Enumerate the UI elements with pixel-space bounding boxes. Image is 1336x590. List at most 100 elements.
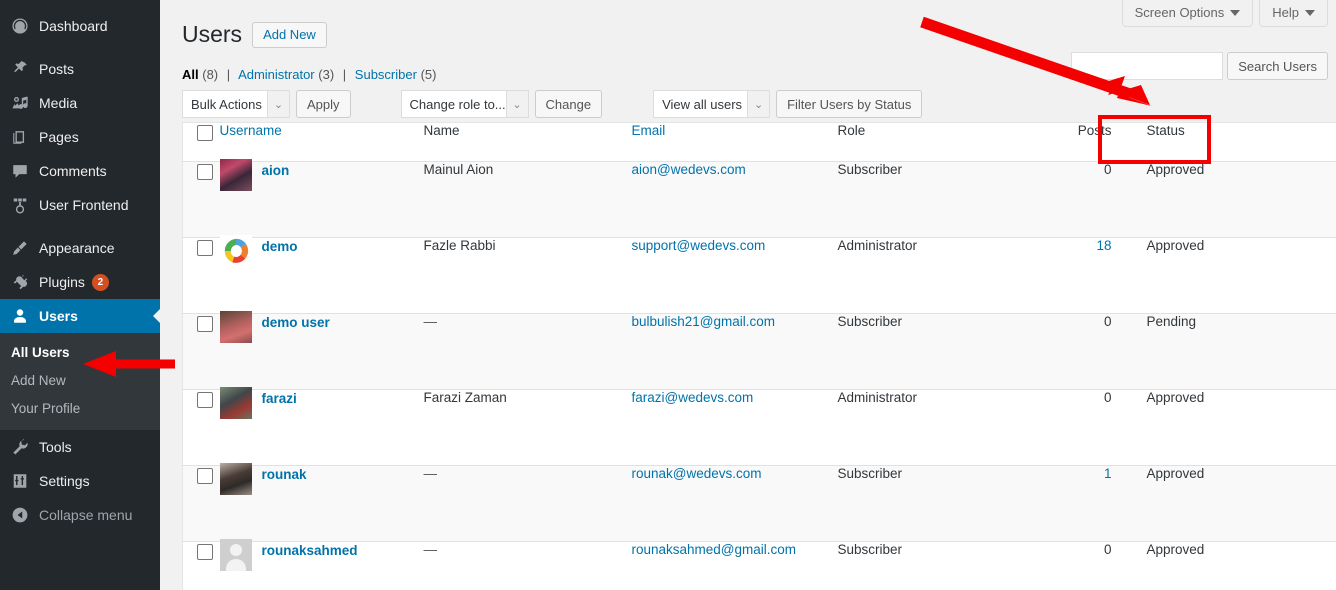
sidebar-item-dashboard[interactable]: Dashboard xyxy=(0,9,160,43)
sidebar-item-pages[interactable]: Pages xyxy=(0,120,160,154)
row-select-cell xyxy=(183,466,220,542)
settings-icon xyxy=(10,471,30,491)
bulk-actions-select[interactable]: Bulk Actions ⌄ xyxy=(182,90,290,118)
username-link[interactable]: farazi xyxy=(262,390,297,407)
email-link[interactable]: rounaksahmed@gmail.com xyxy=(632,542,797,557)
table-row[interactable]: aion Mainul Aion aion@wedevs.com Subscriber… xyxy=(182,159,1336,238)
filter-link-all[interactable]: All xyxy=(182,67,199,82)
view-users-select[interactable]: View all users ⌄ xyxy=(653,90,771,118)
sidebar-item-collapse-menu[interactable]: Collapse menu xyxy=(0,498,160,532)
table-row[interactable]: farazi Farazi Zaman farazi@wedevs.com Admin… xyxy=(182,387,1336,466)
avatar xyxy=(219,463,252,495)
role-cell: Administrator xyxy=(837,238,918,253)
status-cell: Approved xyxy=(1146,162,1205,177)
sort-username-link[interactable]: Username xyxy=(220,123,282,138)
username-link[interactable]: demo user xyxy=(262,314,330,331)
sidebar-item-label: Posts xyxy=(39,61,75,77)
row-checkbox[interactable] xyxy=(197,316,213,332)
submenu-item-all-users[interactable]: All Users xyxy=(0,339,160,367)
filter-count-administrator: (3) xyxy=(318,67,335,82)
avatar xyxy=(219,159,252,191)
add-new-button[interactable]: Add New xyxy=(252,21,327,48)
username-link[interactable]: rounaksahmed xyxy=(262,542,358,559)
name-cell: Fazle Rabbi xyxy=(423,238,496,253)
column-header-username: Username xyxy=(219,122,424,162)
sidebar-item-label: Dashboard xyxy=(39,18,108,34)
sidebar-item-user-frontend[interactable]: User Frontend xyxy=(0,188,160,222)
spacer-cell xyxy=(1292,390,1336,466)
submenu-item-add-new[interactable]: Add New xyxy=(0,367,160,395)
sidebar-item-users[interactable]: Users xyxy=(0,299,161,333)
change-role-button[interactable]: Change xyxy=(534,90,603,118)
email-cell: rounak@wedevs.com xyxy=(632,466,838,542)
email-link[interactable]: farazi@wedevs.com xyxy=(632,390,754,405)
sidebar-item-media[interactable]: Media xyxy=(0,86,160,120)
filter-link-subscriber[interactable]: Subscriber xyxy=(355,67,417,82)
row-checkbox[interactable] xyxy=(197,240,213,256)
row-select-cell xyxy=(183,390,220,466)
username-link[interactable]: aion xyxy=(262,162,290,179)
email-link[interactable]: support@wedevs.com xyxy=(632,238,766,253)
sidebar-item-label: User Frontend xyxy=(39,197,129,213)
posts-count: 0 xyxy=(1103,162,1112,177)
avatar xyxy=(219,235,252,267)
table-row[interactable]: rounaksahmed — rounaksahmed@gmail.com Subsc… xyxy=(183,539,1336,590)
name-cell: Farazi Zaman xyxy=(423,390,507,405)
chevron-down-icon xyxy=(1230,10,1241,16)
select-all-checkbox[interactable] xyxy=(197,125,213,141)
sidebar-item-plugins[interactable]: Plugins 2 xyxy=(0,265,160,299)
sidebar-item-appearance[interactable]: Appearance xyxy=(0,231,160,265)
email-cell: rounaksahmed@gmail.com xyxy=(632,542,838,590)
plugins-update-badge: 2 xyxy=(91,273,109,291)
row-checkbox[interactable] xyxy=(197,544,213,560)
main-content: Screen Options Help Users Add New All (8… xyxy=(160,0,1336,590)
filter-link-administrator[interactable]: Administrator xyxy=(238,67,315,82)
sidebar-item-tools[interactable]: Tools xyxy=(0,430,160,464)
sort-email-link[interactable]: Email xyxy=(632,123,666,138)
page-header: Users Add New xyxy=(182,20,327,49)
email-link[interactable]: bulbulish21@gmail.com xyxy=(632,314,776,329)
username-link[interactable]: demo xyxy=(262,238,298,255)
sidebar-item-label: Plugins xyxy=(39,274,85,290)
column-header-email: Email xyxy=(631,122,838,162)
sidebar-item-settings[interactable]: Settings xyxy=(0,464,160,498)
row-checkbox[interactable] xyxy=(197,392,213,408)
name-cell: — xyxy=(423,466,438,481)
column-header-posts: Posts xyxy=(1051,122,1112,162)
email-link[interactable]: rounak@wedevs.com xyxy=(632,466,762,481)
posts-count: 0 xyxy=(1103,542,1112,557)
submenu-item-your-profile[interactable]: Your Profile xyxy=(0,395,160,423)
admin-sidebar: Dashboard Posts Media Pages Comments Use… xyxy=(0,0,161,590)
apply-button[interactable]: Apply xyxy=(296,90,351,118)
posts-count-link[interactable]: 1 xyxy=(1104,466,1112,481)
row-checkbox[interactable] xyxy=(197,468,213,484)
filter-users-by-status-button[interactable]: Filter Users by Status xyxy=(776,90,923,118)
username-link[interactable]: rounak xyxy=(262,466,307,483)
posts-count: 0 xyxy=(1103,314,1112,329)
avatar xyxy=(219,387,252,419)
users-table: Username Name Email Role Posts Status ai… xyxy=(182,122,1336,590)
table-row[interactable]: rounak — rounak@wedevs.com Subscriber 1 Appro… xyxy=(182,463,1336,542)
table-body: aion Mainul Aion aion@wedevs.com Subscriber… xyxy=(182,159,1336,590)
screen-options-button[interactable]: Screen Options xyxy=(1121,0,1254,27)
search-input[interactable] xyxy=(1071,52,1224,80)
email-cell: aion@wedevs.com xyxy=(632,162,838,238)
sidebar-item-posts[interactable]: Posts xyxy=(0,52,160,86)
change-role-select[interactable]: Change role to... ⌄ xyxy=(400,90,529,118)
chevron-down-icon xyxy=(1305,10,1315,16)
row-checkbox[interactable] xyxy=(197,164,213,180)
search-users-button[interactable]: Search Users xyxy=(1227,52,1328,80)
spacer-cell xyxy=(1292,162,1336,238)
chevron-down-icon: ⌄ xyxy=(505,91,528,117)
email-link[interactable]: aion@wedevs.com xyxy=(632,162,746,177)
table-row[interactable]: demo user — bulbulish21@gmail.com Subscribe… xyxy=(182,311,1336,390)
table-row[interactable]: demo Fazle Rabbi support@wedevs.com Adminis… xyxy=(182,235,1336,314)
name-cell: — xyxy=(423,542,438,557)
sidebar-item-comments[interactable]: Comments xyxy=(0,154,160,188)
sidebar-item-label: Comments xyxy=(39,163,107,179)
posts-count-link[interactable]: 18 xyxy=(1096,238,1111,253)
email-cell: bulbulish21@gmail.com xyxy=(632,314,838,390)
screen-options-label: Screen Options xyxy=(1134,5,1225,20)
sidebar-top-spacer xyxy=(0,0,160,9)
help-button[interactable]: Help xyxy=(1259,0,1328,27)
